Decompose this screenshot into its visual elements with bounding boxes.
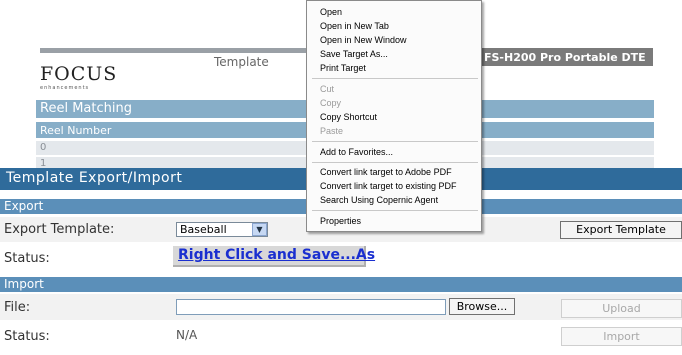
export-status-label: Status: <box>4 251 50 266</box>
menu-item-open-new-window[interactable]: Open in New Window <box>320 35 407 45</box>
menu-item-convert-existing[interactable]: Convert link target to existing PDF <box>320 181 457 191</box>
download-link[interactable]: Right Click and Save...As <box>178 247 375 263</box>
export-template-label: Export Template: <box>4 222 115 237</box>
menu-separator <box>312 210 478 211</box>
menu-item-cut[interactable]: Cut <box>320 84 334 94</box>
panel-title: Template Export/Import <box>6 170 183 186</box>
import-section-bar <box>0 277 682 292</box>
reel-matching-title: Reel Matching <box>40 101 132 116</box>
focus-logo-subtitle: enhancements <box>40 85 90 91</box>
browse-button[interactable]: Browse... <box>449 298 515 315</box>
menu-separator <box>312 162 478 163</box>
menu-item-open[interactable]: Open <box>320 7 342 17</box>
chevron-down-icon[interactable]: ▼ <box>252 223 267 236</box>
import-status-label: Status: <box>4 329 50 344</box>
reel-row-value: 0 <box>40 142 47 153</box>
menu-item-print-target[interactable]: Print Target <box>320 63 366 73</box>
export-template-select-value: Baseball <box>180 223 227 236</box>
menu-item-add-favorites[interactable]: Add to Favorites... <box>320 147 393 157</box>
reel-number-label: Reel Number <box>40 124 112 137</box>
import-section-title: Import <box>4 277 44 291</box>
import-status-value: N/A <box>176 328 198 342</box>
menu-item-copy[interactable]: Copy <box>320 98 341 108</box>
focus-logo: FOCUS <box>40 63 118 85</box>
file-path-input[interactable] <box>176 299 446 315</box>
export-template-button[interactable]: Export Template <box>560 221 682 239</box>
menu-item-search-copernic[interactable]: Search Using Copernic Agent <box>320 195 438 205</box>
export-section-title: Export <box>4 199 44 213</box>
import-button[interactable]: Import <box>561 327 682 346</box>
upload-button[interactable]: Upload <box>561 299 682 318</box>
file-label: File: <box>4 300 31 315</box>
product-header-title: FS-H200 Pro Portable DTE <box>484 51 646 64</box>
menu-item-properties[interactable]: Properties <box>320 216 361 226</box>
menu-item-open-new-tab[interactable]: Open in New Tab <box>320 21 389 31</box>
menu-item-convert-adobe[interactable]: Convert link target to Adobe PDF <box>320 167 452 177</box>
menu-item-paste[interactable]: Paste <box>320 126 343 136</box>
menu-separator <box>312 78 478 79</box>
menu-separator <box>312 141 478 142</box>
menu-item-copy-shortcut[interactable]: Copy Shortcut <box>320 112 377 122</box>
tab-template[interactable]: Template <box>214 55 269 69</box>
menu-item-save-target-as[interactable]: Save Target As... <box>320 49 388 59</box>
